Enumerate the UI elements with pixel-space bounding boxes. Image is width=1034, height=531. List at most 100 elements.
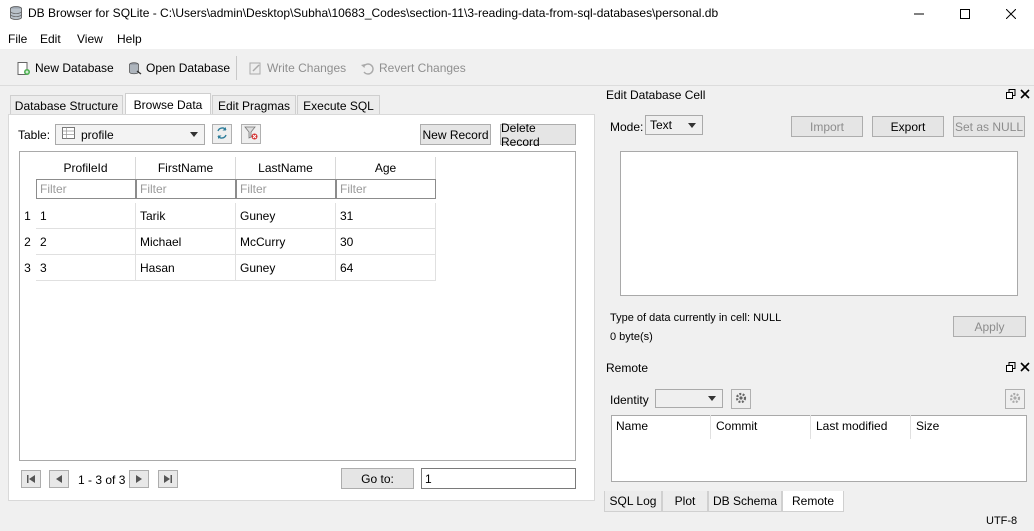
tab-db-schema[interactable]: DB Schema	[708, 491, 782, 512]
table-cell[interactable]: Tarik	[136, 203, 236, 229]
menu-help[interactable]: Help	[117, 32, 142, 46]
remote-title: Remote	[603, 359, 1033, 377]
tab-browse-data[interactable]: Browse Data	[125, 93, 211, 115]
write-changes-icon	[248, 61, 263, 76]
tab-database-structure[interactable]: Database Structure	[10, 95, 123, 115]
refresh-button[interactable]	[212, 124, 232, 144]
go-to-input[interactable]: 1	[421, 468, 576, 489]
filter-input-lastname[interactable]: Filter	[236, 179, 336, 199]
remote-column-size[interactable]: Size	[916, 419, 939, 433]
close-icon[interactable]	[1020, 361, 1030, 375]
previous-page-button[interactable]	[49, 470, 69, 488]
export-button[interactable]: Export	[872, 116, 944, 137]
revert-changes-label: Revert Changes	[379, 61, 466, 75]
column-header-lastname[interactable]: LastName	[236, 157, 336, 179]
skip-first-icon	[27, 475, 35, 483]
filter-input-profileid[interactable]: Filter	[36, 179, 136, 199]
filter-input-firstname[interactable]: Filter	[136, 179, 236, 199]
column-divider	[810, 415, 811, 439]
row-number[interactable]: 3	[20, 255, 35, 281]
row-number[interactable]: 2	[20, 229, 35, 255]
column-divider	[910, 415, 911, 439]
set-null-button[interactable]: Set as NULL	[953, 116, 1025, 137]
chevron-down-icon	[708, 396, 716, 401]
clear-filter-icon	[244, 126, 258, 143]
open-database-button[interactable]: Open Database	[127, 59, 230, 77]
window-title: DB Browser for SQLite - C:\Users\admin\D…	[28, 6, 719, 20]
table-cell[interactable]: McCurry	[236, 229, 336, 255]
menu-view[interactable]: View	[77, 32, 103, 46]
row-number[interactable]: 1	[20, 203, 35, 229]
go-to-button[interactable]: Go to:	[341, 468, 414, 489]
identity-label: Identity	[610, 393, 649, 407]
maximize-button[interactable]	[942, 0, 988, 27]
new-database-icon	[16, 61, 31, 76]
filter-input-age[interactable]: Filter	[336, 179, 436, 199]
delete-record-button[interactable]: Delete Record	[500, 121, 576, 149]
menu-bar	[0, 27, 1034, 49]
gear-icon	[734, 391, 748, 408]
table-label: Table:	[18, 128, 51, 142]
mode-select[interactable]: Text	[645, 115, 703, 135]
minimize-button[interactable]	[896, 0, 942, 27]
table-cell[interactable]: 31	[336, 203, 436, 229]
tab-plot[interactable]: Plot	[662, 491, 708, 512]
first-page-button[interactable]	[21, 470, 41, 488]
page-info: 1 - 3 of 3	[78, 473, 126, 487]
clear-filters-button[interactable]	[241, 124, 261, 144]
tab-sql-log[interactable]: SQL Log	[604, 491, 662, 512]
toolbar-separator	[236, 56, 237, 80]
column-header-firstname[interactable]: FirstName	[136, 157, 236, 179]
next-page-button[interactable]	[129, 470, 149, 488]
close-window-button[interactable]	[988, 0, 1034, 27]
table-cell[interactable]: 1	[36, 203, 136, 229]
table-icon	[62, 127, 75, 142]
table-select-value: profile	[81, 127, 114, 142]
float-icon[interactable]	[1006, 361, 1016, 375]
next-icon	[136, 475, 142, 483]
column-divider	[710, 415, 711, 439]
column-header-age[interactable]: Age	[336, 157, 436, 179]
revert-changes-button[interactable]: Revert Changes	[360, 59, 466, 77]
table-cell[interactable]: Guney	[236, 255, 336, 281]
write-changes-button[interactable]: Write Changes	[248, 59, 346, 77]
edit-cell-dock-controls	[1006, 87, 1032, 103]
table-cell[interactable]: 2	[36, 229, 136, 255]
new-database-label: New Database	[35, 61, 114, 75]
table-select[interactable]: profile	[55, 124, 205, 145]
table-cell[interactable]: 64	[336, 255, 436, 281]
import-button[interactable]: Import	[791, 116, 863, 137]
apply-button[interactable]: Apply	[953, 316, 1026, 337]
tab-remote[interactable]: Remote	[782, 491, 844, 512]
skip-last-icon	[164, 475, 172, 483]
remote-settings-button[interactable]	[1005, 389, 1025, 409]
remote-column-last-modified[interactable]: Last modified	[816, 419, 887, 433]
menu-edit[interactable]: Edit	[40, 32, 61, 46]
table-cell[interactable]: 30	[336, 229, 436, 255]
mode-label: Mode:	[610, 120, 644, 134]
remote-column-commit[interactable]: Commit	[716, 419, 757, 433]
revert-changes-icon	[360, 61, 375, 76]
identity-select[interactable]	[655, 389, 723, 408]
previous-icon	[56, 475, 62, 483]
table-cell[interactable]: Michael	[136, 229, 236, 255]
table-cell[interactable]: Hasan	[136, 255, 236, 281]
menu-file[interactable]: File	[8, 32, 27, 46]
table-cell[interactable]: 3	[36, 255, 136, 281]
remote-column-name[interactable]: Name	[616, 419, 648, 433]
close-icon[interactable]	[1020, 88, 1030, 102]
table-cell[interactable]: Guney	[236, 203, 336, 229]
column-header-profileid[interactable]: ProfileId	[36, 157, 136, 179]
tab-execute-sql[interactable]: Execute SQL	[297, 95, 380, 115]
open-database-icon	[127, 61, 142, 76]
remote-dock-controls	[1006, 360, 1032, 376]
float-icon[interactable]	[1006, 88, 1016, 102]
tab-edit-pragmas[interactable]: Edit Pragmas	[212, 95, 296, 115]
identity-settings-button[interactable]	[731, 389, 751, 409]
cell-editor[interactable]	[620, 151, 1018, 296]
mode-select-value: Text	[650, 118, 673, 132]
new-database-button[interactable]: New Database	[16, 59, 114, 77]
chevron-down-icon	[190, 132, 198, 137]
new-record-button[interactable]: New Record	[420, 124, 491, 145]
last-page-button[interactable]	[158, 470, 178, 488]
